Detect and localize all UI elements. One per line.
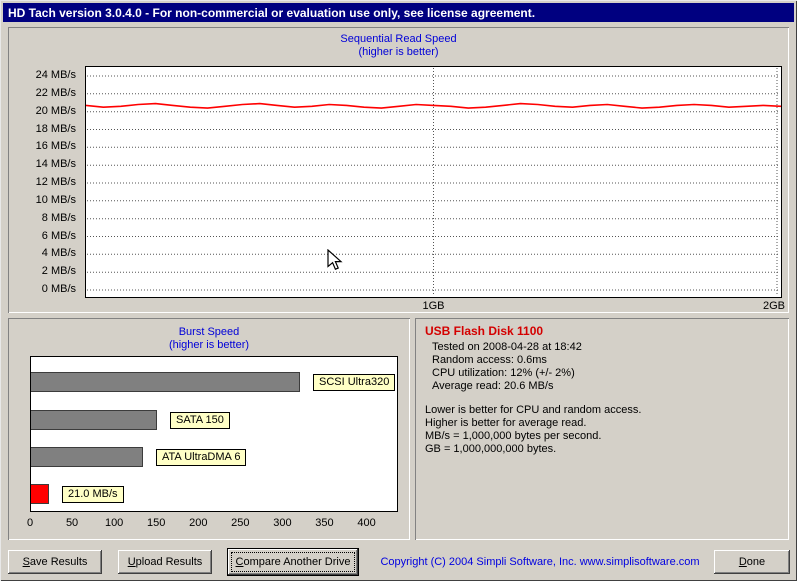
- x-tick-2gb: 2GB: [762, 300, 785, 312]
- burst-chart-area: SCSI Ultra320 SATA 150 ATA UltraDMA 6 21.0 …: [30, 356, 398, 512]
- done-label: Done: [738, 556, 766, 568]
- burst-bar-label: 21.0 MB/s: [62, 486, 124, 503]
- burst-bar-label: SATA 150: [170, 412, 230, 429]
- upload-results-button[interactable]: Upload Results: [118, 550, 212, 574]
- y-tick-label: 18 MB/s: [35, 122, 76, 135]
- read-chart-plot: [85, 66, 782, 298]
- x-tick-label: 400: [357, 517, 376, 529]
- done-button[interactable]: Done: [714, 550, 790, 574]
- y-tick-label: 22 MB/s: [35, 86, 76, 99]
- drive-detail-line: CPU utilization: 12% (+/- 2%): [432, 367, 575, 379]
- burst-chart-subtitle: (higher is better): [168, 339, 250, 351]
- save-results-button[interactable]: Save Results: [8, 550, 102, 574]
- x-tick-label: 250: [231, 517, 250, 529]
- x-tick-label: 100: [104, 517, 124, 529]
- info-note-line: MB/s = 1,000,000 bytes per second.: [425, 430, 602, 442]
- x-tick-1gb: 1GB: [422, 300, 445, 312]
- y-tick-label: 2 MB/s: [41, 265, 76, 278]
- hdtach-window: HD Tach version 3.0.4.0 - For non-commer…: [0, 0, 797, 581]
- titlebar[interactable]: HD Tach version 3.0.4.0 - For non-commer…: [3, 3, 794, 22]
- y-tick-label: 6 MB/s: [41, 229, 76, 242]
- info-note-line: Lower is better for CPU and random acces…: [425, 404, 642, 416]
- info-note-line: Higher is better for average read.: [425, 417, 587, 429]
- info-notes: Lower is better for CPU and random acces…: [425, 404, 641, 456]
- y-tick-label: 14 MB/s: [35, 158, 76, 171]
- y-tick-label: 16 MB/s: [35, 140, 76, 153]
- read-chart-subtitle: (higher is better): [358, 46, 439, 58]
- y-tick-label: 8 MB/s: [41, 211, 76, 224]
- burst-bar-label: ATA UltraDMA 6: [156, 449, 247, 466]
- mouse-cursor-icon: [327, 249, 343, 270]
- sequential-read-panel: Sequential Read Speed (higher is better)…: [8, 27, 789, 313]
- window-title: HD Tach version 3.0.4.0 - For non-commer…: [8, 5, 536, 20]
- drive-name: USB Flash Disk 1100: [425, 324, 544, 338]
- burst-bar: [31, 372, 300, 392]
- burst-bar: [31, 484, 49, 504]
- drive-detail-line: Tested on 2008-04-28 at 18:42: [432, 341, 582, 353]
- x-tick-label: 150: [147, 517, 166, 529]
- compare-another-drive-label: Compare Another Drive: [235, 556, 351, 568]
- copyright-text: Copyright (C) 2004 Simpli Software, Inc.…: [380, 556, 700, 568]
- burst-bar: [31, 447, 143, 467]
- y-tick-label: 0 MB/s: [41, 283, 76, 295]
- drive-detail-line: Random access: 0.6ms: [432, 354, 547, 366]
- read-chart-y-axis: 24 MB/s 22 MB/s 20 MB/s 18 MB/s 16 MB/s 14 MB…: [8, 66, 80, 298]
- upload-results-label: Upload Results: [127, 556, 203, 568]
- y-tick-label: 24 MB/s: [35, 69, 76, 81]
- x-tick-label: 300: [273, 517, 292, 529]
- info-note-line: GB = 1,000,000,000 bytes.: [425, 443, 557, 455]
- drive-detail-line: Average read: 20.6 MB/s: [432, 380, 554, 392]
- drive-info-panel: USB Flash Disk 1100 Tested on 2008-04-28…: [415, 318, 789, 540]
- x-tick-label: 200: [189, 517, 208, 529]
- burst-bar-label: SCSI Ultra320: [313, 374, 396, 391]
- burst-chart-title: Burst Speed: [178, 326, 240, 338]
- x-tick-label: 350: [315, 517, 334, 529]
- x-tick-label: 50: [65, 517, 79, 529]
- y-tick-label: 20 MB/s: [35, 104, 76, 117]
- compare-another-drive-button[interactable]: Compare Another Drive: [228, 549, 358, 575]
- drive-details: Tested on 2008-04-28 at 18:42 Random acce…: [432, 341, 582, 393]
- burst-speed-panel: Burst Speed (higher is better) SCSI Ultr…: [8, 318, 410, 540]
- read-chart-x-axis: 1GB 2GB: [85, 300, 785, 314]
- y-tick-label: 12 MB/s: [35, 176, 76, 188]
- x-tick-label: 0: [26, 517, 34, 529]
- read-chart-title: Sequential Read Speed: [340, 33, 457, 45]
- read-plot-svg: [86, 68, 781, 296]
- y-tick-label: 4 MB/s: [41, 247, 76, 260]
- save-results-label: Save Results: [22, 556, 88, 568]
- y-tick-label: 10 MB/s: [35, 193, 76, 206]
- burst-x-axis: 0 50 100 150 200 250 300 350 400: [26, 517, 398, 531]
- burst-bar: [31, 410, 157, 430]
